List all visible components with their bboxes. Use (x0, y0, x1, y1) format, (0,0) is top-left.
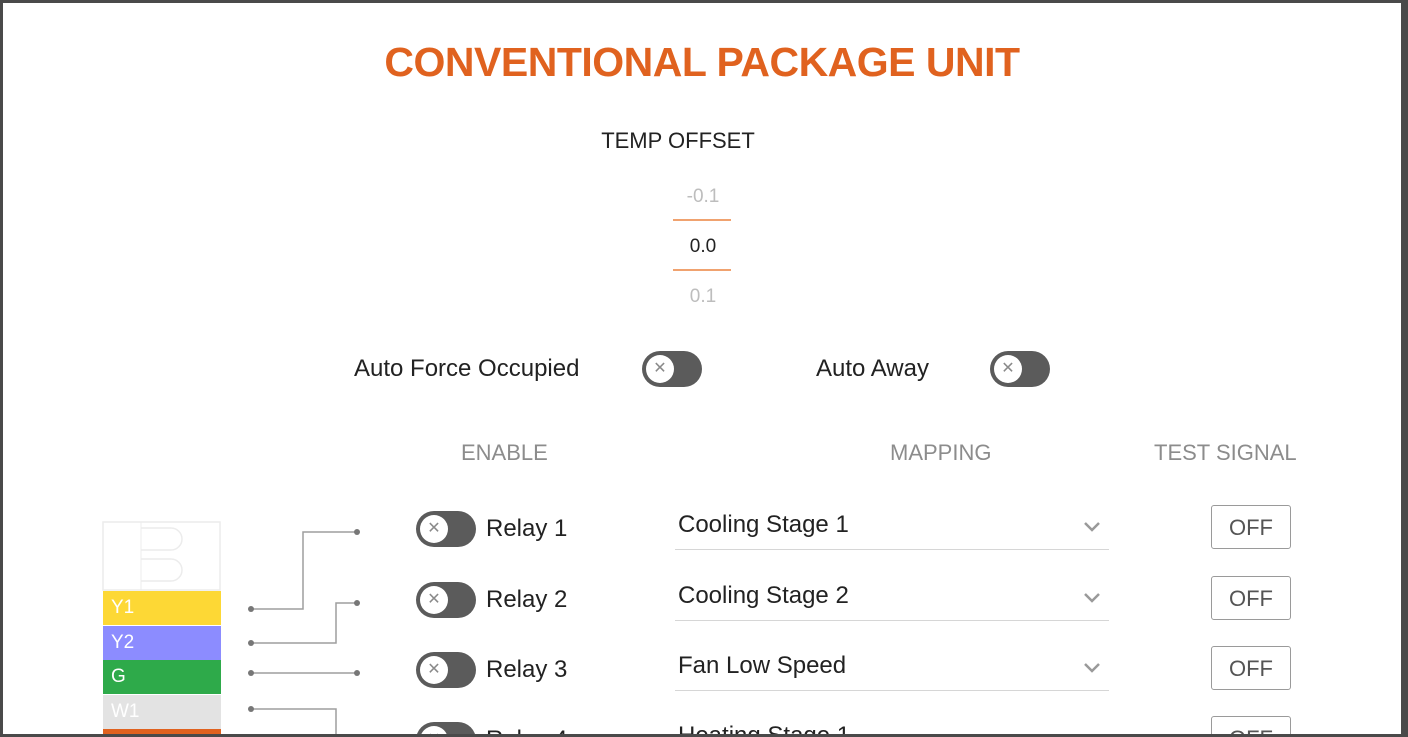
wire-node (248, 706, 254, 712)
terminal-y2: Y2 (103, 626, 221, 660)
relay-3-label: Relay 3 (486, 656, 568, 683)
wire-node (248, 606, 254, 612)
relay-2-label: Relay 2 (486, 586, 568, 613)
relay-4-toggle[interactable]: ✕ (416, 722, 476, 734)
relay-2-test-button[interactable]: OFF (1211, 576, 1291, 620)
wire-w1-relay4 (251, 708, 337, 734)
wire-node (248, 670, 254, 676)
terminal-label: Y2 (111, 632, 135, 653)
relay-4-label: Relay 4 (486, 726, 567, 734)
relay-3-mapping-select[interactable]: Fan Low Speed (675, 646, 1109, 691)
relay-3-mapping-value: Fan Low Speed (678, 652, 847, 679)
chevron-down-icon (1084, 522, 1100, 532)
relay-1-mapping-select[interactable]: Cooling Stage 1 (675, 505, 1109, 550)
terminal-w2 (103, 729, 221, 734)
relay-2-toggle[interactable]: ✕ (416, 582, 476, 618)
terminal-outline (102, 521, 221, 591)
terminal-screw (141, 558, 183, 582)
relay-3-toggle[interactable]: ✕ (416, 652, 476, 688)
x-icon: ✕ (420, 656, 448, 684)
relay-1-test-button[interactable]: OFF (1211, 505, 1291, 549)
wire-node (248, 640, 254, 646)
chevron-down-icon (1084, 663, 1100, 673)
relay-1-toggle[interactable]: ✕ (416, 511, 476, 547)
terminal-screw (141, 527, 183, 551)
terminal-label: W1 (111, 701, 140, 722)
chevron-down-icon (1084, 593, 1100, 603)
terminal-y1: Y1 (103, 591, 221, 625)
relay-4-mapping-select[interactable]: Heating Stage 1 (675, 716, 1109, 734)
relay-2-mapping-select[interactable]: Cooling Stage 2 (675, 576, 1109, 621)
terminal-label: Y1 (111, 597, 135, 618)
terminal-label: G (111, 666, 126, 687)
relay-2-mapping-value: Cooling Stage 2 (678, 582, 849, 609)
relay-3-test-button[interactable]: OFF (1211, 646, 1291, 690)
terminal-w1: W1 (103, 695, 221, 729)
x-icon: ✕ (420, 726, 448, 734)
wire-node (354, 670, 360, 676)
relay-4-test-button[interactable]: OFF (1211, 716, 1291, 734)
relay-4-mapping-value: Heating Stage 1 (678, 722, 850, 734)
wire-y1-relay1 (251, 531, 357, 610)
terminal-g: G (103, 660, 221, 694)
x-icon: ✕ (420, 515, 448, 543)
relay-1-label: Relay 1 (486, 515, 568, 542)
settings-panel: CONVENTIONAL PACKAGE UNIT TEMP OFFSET -0… (3, 3, 1401, 734)
x-icon: ✕ (420, 586, 448, 614)
wire-node (354, 529, 360, 535)
relay-1-mapping-value: Cooling Stage 1 (678, 511, 849, 538)
wire-node (354, 600, 360, 606)
